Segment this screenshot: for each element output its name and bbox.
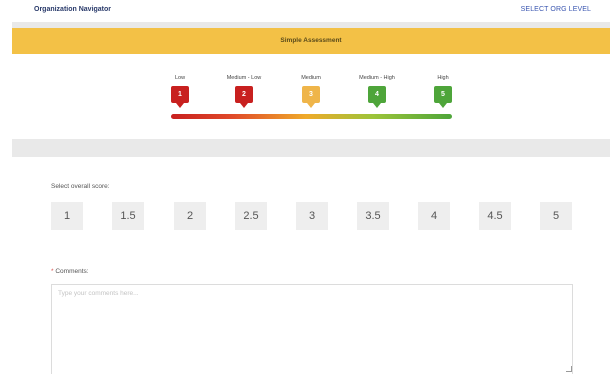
comments-label: * Comments: (51, 268, 89, 275)
score-option-2-5[interactable]: 2.5 (235, 202, 267, 230)
scale-marker-medium-low: Medium - Low 2 (214, 75, 274, 108)
scale-marker-high: High 5 (413, 75, 473, 108)
required-mark: * (51, 268, 54, 275)
app-title: Organization Navigator (34, 6, 112, 13)
score-option-5[interactable]: 5 (540, 202, 572, 230)
scale-marker-label: High (437, 75, 449, 81)
score-option-2[interactable]: 2 (174, 202, 206, 230)
score-option-1[interactable]: 1 (51, 202, 83, 230)
scale-pin: 5 (434, 86, 452, 108)
scale-marker-medium-high: Medium - High 4 (347, 75, 407, 108)
scale-marker-label: Medium - High (359, 75, 395, 81)
scale-marker-low: Low 1 (150, 75, 210, 108)
scale-marker-label: Low (174, 75, 186, 81)
top-bar: Organization Navigator SELECT ORG LEVEL (0, 0, 610, 22)
score-option-1-5[interactable]: 1.5 (112, 202, 144, 230)
banner-title: Simple Assessment (280, 37, 342, 44)
scale-pin: 2 (235, 86, 253, 108)
scale-gradient-bar (171, 114, 452, 119)
score-option-3[interactable]: 3 (296, 202, 328, 230)
scale-marker-label: Medium - Low (226, 75, 262, 81)
scale-marker-label: Medium (301, 75, 321, 81)
comments-textarea[interactable] (51, 284, 573, 374)
assessment-banner: Simple Assessment (12, 28, 610, 54)
comments-label-text: Comments: (55, 268, 89, 275)
scale-pin: 3 (302, 86, 320, 108)
score-option-4-5[interactable]: 4.5 (479, 202, 511, 230)
section-divider (12, 139, 610, 157)
textarea-resize-handle[interactable] (566, 366, 572, 372)
scale-pin: 1 (171, 86, 189, 108)
score-label: Select overall score: (51, 183, 110, 190)
score-option-4[interactable]: 4 (418, 202, 450, 230)
score-option-3-5[interactable]: 3.5 (357, 202, 389, 230)
scale-pin: 4 (368, 86, 386, 108)
select-org-level-link[interactable]: SELECT ORG LEVEL (521, 6, 591, 13)
scale-marker-medium: Medium 3 (281, 75, 341, 108)
